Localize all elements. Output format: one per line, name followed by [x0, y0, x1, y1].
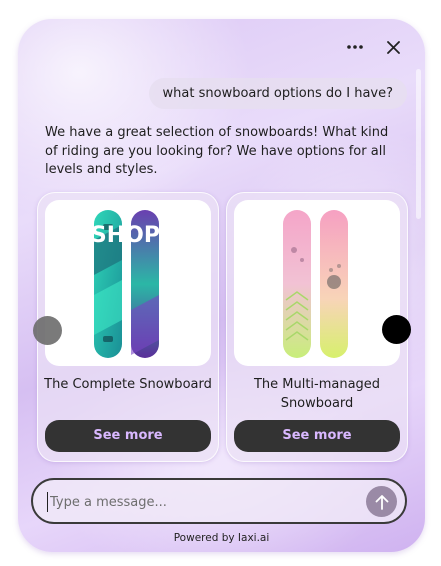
user-message: what snowboard options do I have? — [148, 78, 407, 109]
product-image[interactable] — [234, 200, 400, 366]
powered-by-footer: Powered by Iaxi.ai — [173, 532, 270, 544]
bot-message: We have a great selection of snowboards!… — [45, 125, 389, 177]
product-title: The Multi-managed Snowboard — [253, 377, 381, 411]
scrollbar[interactable] — [416, 69, 421, 219]
product-card[interactable]: The Multi-managed Snowboard See more — [226, 192, 408, 462]
snowboard-teal-purple-icon: SHOPIFY — [91, 210, 200, 358]
message-composer — [31, 478, 407, 524]
send-button[interactable] — [366, 486, 397, 517]
header-actions — [345, 37, 403, 57]
product-image[interactable]: SHOPIFY — [45, 200, 211, 366]
close-icon[interactable] — [383, 37, 403, 57]
chat-widget: what snowboard options do I have? We hav… — [18, 19, 425, 552]
see-more-button[interactable]: See more — [45, 420, 211, 452]
product-card[interactable]: SHOPIFY The Complete Snowboard See more — [37, 192, 219, 462]
arrow-up-icon — [375, 494, 388, 510]
snowboard-pink-green-icon — [283, 210, 348, 358]
board-graphic-text: SHOPIFY — [91, 223, 200, 248]
carousel-next-button[interactable] — [382, 315, 411, 344]
product-title: The Complete Snowboard — [44, 377, 212, 392]
more-icon[interactable] — [345, 37, 365, 57]
carousel-prev-button[interactable] — [33, 316, 62, 345]
product-carousel: SHOPIFY The Complete Snowboard See more — [37, 192, 408, 462]
message-input[interactable] — [47, 492, 352, 512]
see-more-button[interactable]: See more — [234, 420, 400, 452]
